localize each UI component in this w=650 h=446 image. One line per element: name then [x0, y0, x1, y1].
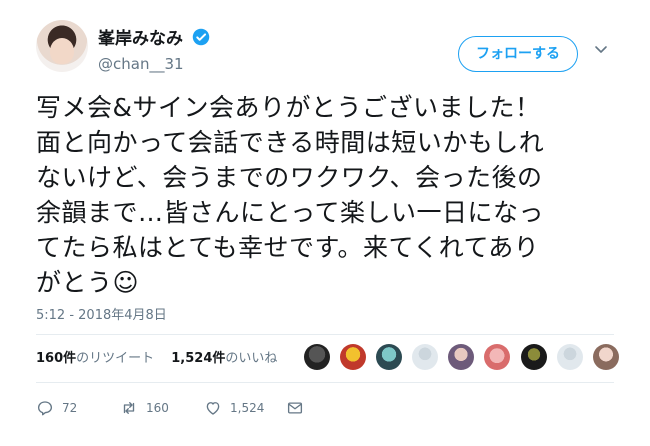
chevron-down-icon[interactable]	[594, 42, 608, 56]
follow-button[interactable]: フォローする	[458, 36, 578, 72]
liker-avatar[interactable]	[592, 344, 619, 370]
divider	[36, 334, 614, 335]
retweets-count: 160件	[36, 351, 77, 366]
liker-avatar[interactable]	[556, 344, 583, 370]
tweet-text: 写メ会&サイン会ありがとうございました！ 面と向かって会話できる時間は短いかもし…	[36, 93, 545, 297]
user-info: 峯岸みなみ @chan__31	[98, 24, 210, 73]
heart-icon	[206, 402, 220, 415]
tweet-actions: 72 160 1,524	[36, 396, 626, 420]
liker-avatar[interactable]	[304, 344, 330, 370]
tweet-stats: 160件のリツイート 1,524件のいいね	[36, 344, 626, 374]
verified-icon	[192, 28, 210, 45]
reply-button[interactable]: 72	[36, 396, 77, 420]
liker-avatar[interactable]	[448, 344, 475, 370]
reply-icon	[37, 401, 53, 416]
tweet-timestamp[interactable]: 5:12 - 2018年4月8日	[36, 304, 167, 323]
divider	[36, 382, 614, 383]
liker-avatar[interactable]	[520, 344, 547, 370]
retweets-label: のリツイート	[76, 351, 155, 366]
retweet-count: 160	[146, 401, 169, 415]
like-count: 1,524	[230, 401, 265, 415]
direct-message-button[interactable]	[286, 396, 312, 420]
liker-avatar[interactable]	[340, 344, 367, 370]
handle[interactable]: @chan__31	[98, 55, 210, 73]
retweet-icon	[123, 402, 135, 414]
envelope-icon	[287, 402, 303, 414]
retweets-stat[interactable]: 160件のリツイート	[36, 347, 154, 366]
reply-count: 72	[62, 401, 78, 415]
likes-stat[interactable]: 1,524件のいいね	[171, 347, 277, 366]
likes-label: のいいね	[225, 351, 278, 366]
display-name[interactable]: 峯岸みなみ	[98, 24, 183, 49]
liker-avatar[interactable]	[484, 344, 511, 370]
retweet-button[interactable]: 160	[120, 396, 169, 420]
liker-avatar[interactable]	[412, 344, 439, 370]
avatar[interactable]	[36, 20, 88, 72]
likes-count: 1,524件	[171, 351, 226, 366]
like-button[interactable]: 1,524	[204, 396, 264, 420]
liker-avatars	[304, 344, 624, 374]
tweet-header: 峯岸みなみ @chan__31 フォローする	[36, 20, 626, 76]
liker-avatar[interactable]	[376, 344, 403, 370]
